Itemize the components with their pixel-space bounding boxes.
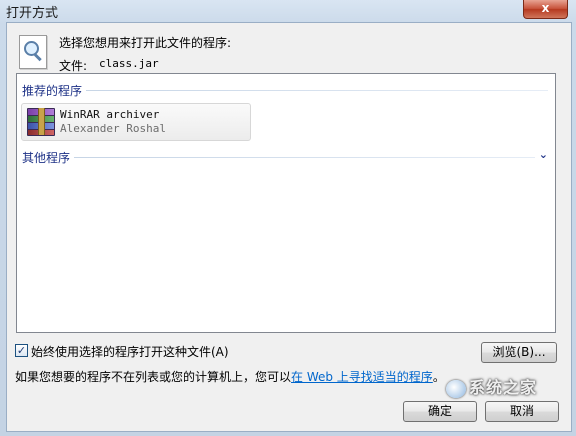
close-button[interactable]: x — [523, 0, 568, 19]
recommended-programs-label: 推荐的程序 — [22, 82, 87, 99]
web-search-link[interactable]: 在 Web 上寻找适当的程序 — [291, 370, 433, 384]
program-item-winrar[interactable]: WinRAR archiver Alexander Roshal — [21, 103, 251, 141]
always-use-label[interactable]: 始终使用选择的程序打开这种文件(A) — [31, 343, 229, 360]
open-with-dialog: 打开方式 x 选择您想用来打开此文件的程序: 文件: class.jar 推荐的… — [0, 0, 576, 436]
browse-button[interactable]: 浏览(B)... — [481, 342, 557, 363]
winrar-icon — [25, 108, 57, 136]
window-title: 打开方式 — [6, 6, 59, 21]
program-name: WinRAR archiver — [60, 108, 160, 121]
watermark: 系统之家 — [446, 374, 566, 406]
info-suffix: 。 — [432, 370, 445, 384]
info-text: 如果您想要的程序不在列表或您的计算机上，您可以在 Web 上寻找适当的程序。 — [15, 368, 445, 385]
file-name: class.jar — [99, 57, 159, 70]
file-search-icon — [19, 35, 47, 69]
other-programs-label: 其他程序 — [22, 149, 75, 166]
title-bar: 打开方式 x — [0, 0, 576, 22]
prompt-text: 选择您想用来打开此文件的程序: — [59, 36, 232, 50]
file-label: 文件: — [59, 59, 88, 73]
info-prefix: 如果您想要的程序不在列表或您的计算机上，您可以 — [15, 370, 292, 384]
watermark-text: 系统之家 — [469, 378, 538, 397]
chevron-down-icon[interactable]: ⌄ — [534, 148, 548, 161]
dialog-body: 选择您想用来打开此文件的程序: 文件: class.jar 推荐的程序 WinR… — [6, 22, 572, 432]
program-vendor: Alexander Roshal — [60, 122, 166, 135]
recommended-programs-header: 推荐的程序 — [22, 82, 548, 99]
always-use-checkbox[interactable]: ✓ — [15, 344, 28, 357]
other-programs-header[interactable]: 其他程序 ⌄ — [22, 148, 548, 166]
watermark-logo-icon — [446, 379, 466, 398]
program-list[interactable]: 推荐的程序 WinRAR archiver Alexander Roshal 其… — [16, 73, 556, 333]
